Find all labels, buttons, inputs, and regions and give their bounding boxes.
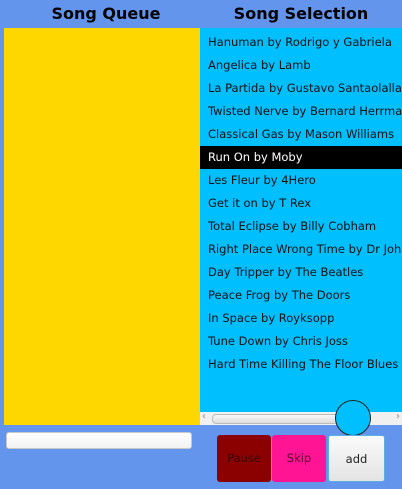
song-list-item[interactable]: Classical Gas by Mason Williams bbox=[200, 123, 402, 146]
pause-button[interactable]: Pause bbox=[217, 435, 271, 482]
horizontal-scrollbar[interactable]: ‹ › bbox=[200, 411, 402, 425]
song-selection-list[interactable]: Hanuman by Rodrigo y Gabriela Angelica by… bbox=[200, 28, 402, 412]
song-list-item[interactable]: Day Tripper by The Beatles bbox=[200, 261, 402, 284]
song-queue-list[interactable] bbox=[4, 28, 200, 425]
song-selection-title: Song Selection bbox=[233, 4, 369, 23]
scrollbar-thumb[interactable] bbox=[212, 414, 344, 424]
skip-button[interactable]: Skip bbox=[272, 435, 326, 482]
circle-slider-knob[interactable] bbox=[335, 400, 371, 436]
song-list-item[interactable]: Right Place Wrong Time by Dr John bbox=[200, 238, 402, 261]
song-text-input[interactable] bbox=[6, 432, 192, 449]
song-list-item[interactable]: Hard Time Killing The Floor Blues by bbox=[200, 353, 402, 376]
song-queue-title: Song Queue bbox=[51, 4, 161, 23]
song-list-item[interactable]: In Space by Royksopp bbox=[200, 307, 402, 330]
scroll-left-icon[interactable]: ‹ bbox=[202, 411, 206, 422]
song-list-item[interactable]: Twisted Nerve by Bernard Herrmann bbox=[200, 100, 402, 123]
song-list-item[interactable]: Angelica by Lamb bbox=[200, 54, 402, 77]
song-list-item[interactable]: Hanuman by Rodrigo y Gabriela bbox=[200, 31, 402, 54]
song-list-item[interactable]: Run On by Moby bbox=[200, 146, 402, 169]
add-button[interactable]: add bbox=[328, 435, 385, 482]
song-list-item[interactable]: La Partida by Gustavo Santaolalla bbox=[200, 77, 402, 100]
song-list-item[interactable]: Peace Frog by The Doors bbox=[200, 284, 402, 307]
scroll-right-icon[interactable]: › bbox=[396, 411, 400, 422]
song-list-item[interactable]: Total Eclipse by Billy Cobham bbox=[200, 215, 402, 238]
song-list-item[interactable]: Les Fleur by 4Hero bbox=[200, 169, 402, 192]
song-list-item[interactable]: Tune Down by Chris Joss bbox=[200, 330, 402, 353]
song-list-item[interactable]: Get it on by T Rex bbox=[200, 192, 402, 215]
